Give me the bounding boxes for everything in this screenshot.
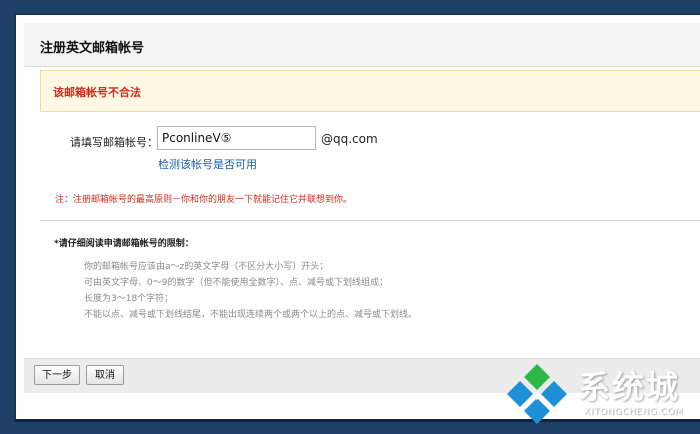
page-title: 注册英文邮箱帐号 (40, 41, 145, 56)
cancel-button[interactable]: 取消 (86, 365, 124, 385)
divider (40, 220, 700, 221)
naming-note: 注：注册邮箱帐号的最高原则－你和你的朋友一下就能记住它并联想到你。 (55, 195, 353, 205)
email-input[interactable] (157, 126, 316, 150)
rule-item: 可由英文字母、0～9的数字（但不能使用全数字）、点、减号或下划线组成； (84, 278, 388, 288)
watermark-url: XITONGCHENG.COM (584, 407, 684, 417)
error-message: 该邮箱帐号不合法 (53, 86, 141, 99)
watermark-text: 系统城 (578, 368, 681, 406)
check-availability-link[interactable]: 检测该帐号是否可用 (158, 156, 257, 172)
error-alert: 该邮箱帐号不合法 (40, 70, 700, 112)
watermark-logo-icon (507, 364, 567, 424)
email-domain-suffix: @qq.com (321, 132, 378, 146)
rule-item: 长度为3～18个字符； (84, 294, 174, 304)
dialog-window: 注册英文邮箱帐号 该邮箱帐号不合法 请填写邮箱帐号： @qq.com 检测该帐号… (14, 13, 700, 422)
email-field-label: 请填写邮箱帐号： (70, 136, 158, 149)
rule-item: 不能以点、减号或下划线结尾，不能出现连续两个或两个以上的点、减号或下划线。 (84, 310, 418, 320)
rules-title: *请仔细阅读申请邮箱帐号的限制： (54, 239, 194, 249)
rules-list: 你的邮箱帐号应该由a～z的英文字母（不区分大小写）开头； 可由英文字母、0～9的… (84, 259, 417, 323)
next-step-button[interactable]: 下一步 (34, 365, 80, 385)
title-bar: 注册英文邮箱帐号 (24, 23, 700, 67)
rule-item: 你的邮箱帐号应该由a～z的英文字母（不区分大小写）开头； (84, 262, 329, 272)
